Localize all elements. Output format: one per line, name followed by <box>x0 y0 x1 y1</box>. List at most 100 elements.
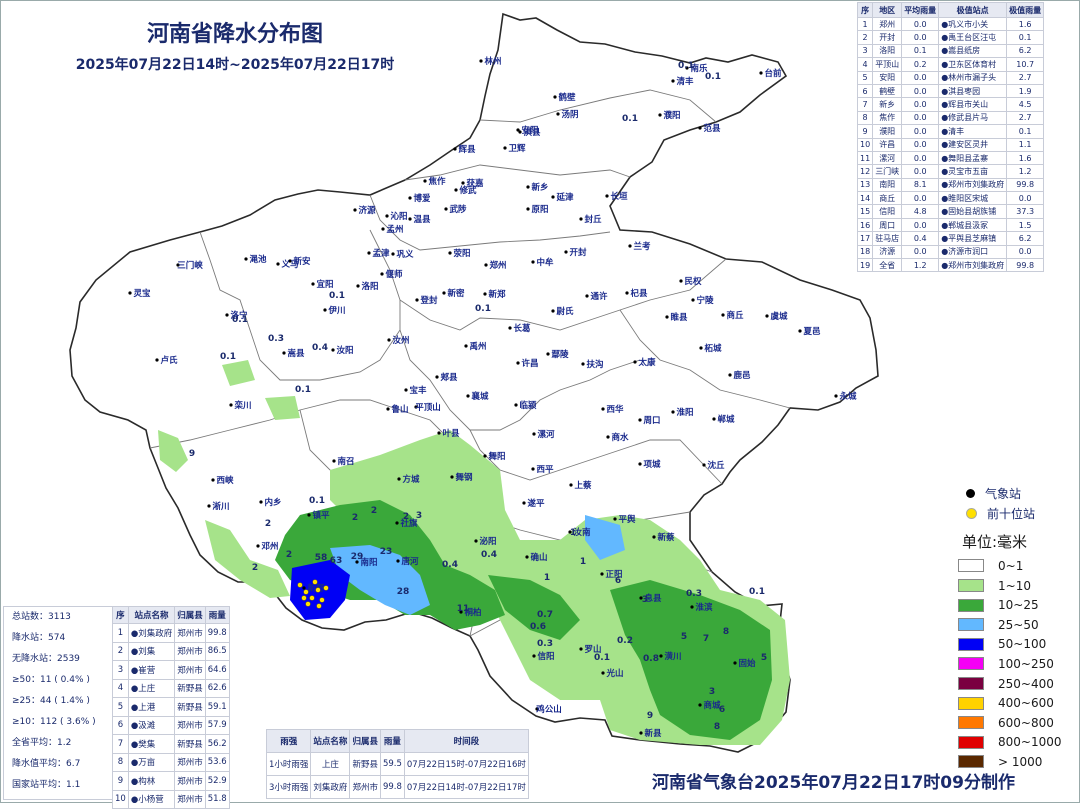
city-table-cell: 漯河 <box>872 150 903 166</box>
legend-swatch <box>958 657 984 671</box>
city-table-cell: 0.0 <box>901 30 940 45</box>
rainfall-value-label: 0.1 <box>705 72 721 82</box>
county-label: 卫辉 <box>508 143 526 154</box>
max-rain-intensity-table: 雨强 站点名称 归属县 雨量 时间段 1小时雨强 上庄 新野县 59.5 07月22日15时-0… <box>265 729 529 799</box>
max-rain-table-cell: 3小时雨强 <box>265 775 312 799</box>
county-label: 确山 <box>530 552 547 563</box>
county-label: 林州 <box>484 56 501 67</box>
station-dot <box>605 194 609 198</box>
county-label: 镇平 <box>312 510 330 521</box>
county-label: 武陟 <box>449 204 467 215</box>
rainfall-value-label: 28 <box>397 587 410 597</box>
county-label: 新县 <box>644 728 662 739</box>
station-dot <box>474 539 478 543</box>
county-label: 商丘 <box>726 310 744 321</box>
max-rain-table-header-cell: 站点名称 <box>310 729 351 753</box>
county-label: 通许 <box>590 291 608 302</box>
county-label: 台前 <box>764 68 782 79</box>
top10-dot-icon <box>966 507 977 519</box>
legend-unit: 单位:毫米 <box>962 533 1028 552</box>
city-table-cell: ●平舆县芝麻镇 <box>938 231 1008 246</box>
station-dot <box>691 298 695 302</box>
county-label: 宝丰 <box>409 385 427 396</box>
city-table-cell: 6.2 <box>1006 43 1045 59</box>
city-table-row: 16 周口 0.0 ●郸城县汲冢 1.5 <box>856 217 1045 233</box>
city-table-row: 18 济源 0.0 ●济源市润口 0.0 <box>856 244 1045 260</box>
rainfall-value-label: 9 <box>189 449 195 459</box>
legend-swatch <box>958 637 984 651</box>
legend-class: 100~250 <box>958 654 1062 674</box>
city-table-cell: 郑州 <box>872 16 903 32</box>
rainfall-value-label: 2 <box>265 519 271 529</box>
legend-swatch <box>958 716 984 730</box>
city-table-cell: 6 <box>856 83 874 99</box>
county-label: 宁陵 <box>696 295 714 306</box>
station-dot <box>423 179 427 183</box>
county-label: 孟津 <box>372 248 390 259</box>
max-rain-table-header: 雨强 站点名称 归属县 雨量 时间段 <box>265 729 529 753</box>
rainfall-value-label: 2 <box>286 550 292 560</box>
city-table-cell: 开封 <box>872 30 903 45</box>
rainfall-value-label: 0.1 <box>329 291 345 301</box>
city-table-cell: 1.6 <box>1006 150 1045 166</box>
city-table-cell: 1.2 <box>901 258 940 273</box>
county-label: 修武 <box>458 185 477 196</box>
legend-class-label: 400~600 <box>998 696 1054 711</box>
rainfall-value-label: 0.1 <box>309 496 325 506</box>
page-title: 河南省降水分布图 <box>146 22 323 47</box>
city-table-cell: 6.2 <box>1006 231 1045 246</box>
top10-table-cell: 新野县 <box>174 734 206 754</box>
top10-table-cell: ●万亩 <box>127 752 176 772</box>
county-label: 邓州 <box>260 542 278 552</box>
max-rain-table-cell: 99.8 <box>379 775 405 799</box>
city-table-cell: 15 <box>856 204 874 219</box>
county-label: 巩义 <box>396 249 414 260</box>
top10-table-row: 4 ●上庄 新野县 62.6 <box>112 678 230 698</box>
legend-class: 800~1000 <box>958 733 1062 753</box>
top10-table-cell: 7 <box>112 734 129 754</box>
city-table-header-cell: 平均雨量 <box>901 2 940 18</box>
station-dot <box>380 272 384 276</box>
city-table-cell: 4 <box>856 57 874 72</box>
top10-table-cell: 5 <box>112 697 129 717</box>
county-label: 孟州 <box>386 224 403 235</box>
top10-table-cell: 52.9 <box>204 771 230 791</box>
stat-line: 全省平均：1.2 <box>12 738 72 748</box>
station-dot <box>699 346 703 350</box>
rainfall-value-label: 1 <box>580 557 586 567</box>
city-table-cell: 驻马店 <box>872 231 903 246</box>
station-dot <box>834 394 838 398</box>
station-dot <box>282 351 286 355</box>
top10-stations-table: 序站点名称 归属县 雨量 1 ●刘集政府 郑州市 99.8 2 ●刘集 郑州市 86.5 3 ●崔营郑… <box>112 606 230 809</box>
county-label: 尉氏 <box>555 306 574 317</box>
station-dot <box>628 244 632 248</box>
top10-station-marker <box>319 597 325 603</box>
station-dot <box>332 459 336 463</box>
county-label: 温县 <box>413 214 431 225</box>
top10-table-cell: 51.8 <box>204 789 230 809</box>
top10-table-row: 7 ●樊集 新野县 56.2 <box>112 734 230 754</box>
county-label: 原阳 <box>531 204 548 215</box>
station-dot <box>435 375 439 379</box>
county-label: 三门峡 <box>177 260 203 271</box>
station-dot <box>307 513 311 517</box>
city-table-cell: 0.2 <box>901 57 940 72</box>
station-dot <box>461 181 465 185</box>
city-table-cell: 0.0 <box>901 97 940 112</box>
station-dot <box>353 208 357 212</box>
station-dot <box>652 535 656 539</box>
legend-class-label: 800~1000 <box>998 735 1062 750</box>
county-label: 伊川 <box>327 305 345 316</box>
top10-station-marker <box>297 582 303 588</box>
city-table-cell: 4.5 <box>1006 97 1045 112</box>
city-table-header-cell: 序 <box>856 2 874 18</box>
station-dot <box>625 291 629 295</box>
legend-swatch <box>958 559 984 573</box>
county-label: 焦作 <box>427 176 446 187</box>
county-label: 睢县 <box>670 312 688 323</box>
stat-line: 无降水站：2539 <box>12 654 80 664</box>
rainfall-value-label: 0.1 <box>220 352 236 362</box>
county-label: 周口 <box>643 415 660 426</box>
station-dot <box>244 257 248 261</box>
city-table-cell: 2.7 <box>1006 110 1045 126</box>
